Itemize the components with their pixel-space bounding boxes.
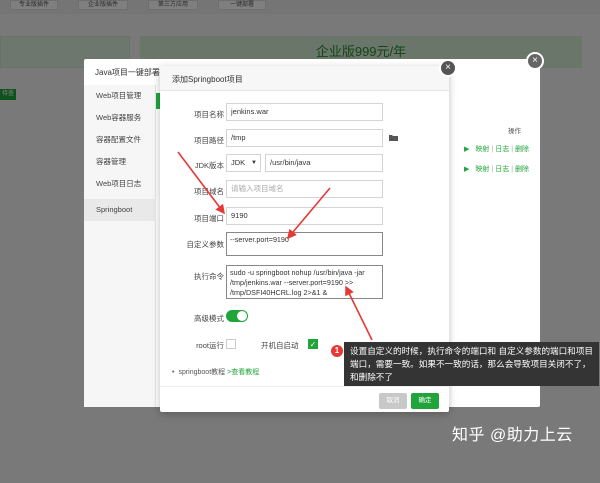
- project-name-label: 项目名称: [194, 110, 224, 119]
- confirm-button[interactable]: 确定: [411, 393, 439, 409]
- root-run-checkbox[interactable]: [226, 339, 236, 349]
- play-icon[interactable]: ▶: [464, 166, 469, 173]
- back-modal-close-icon[interactable]: ×: [526, 52, 544, 70]
- project-port-input[interactable]: 9190: [226, 207, 383, 225]
- annotation-note: 设置自定义的时候，执行命令的端口和 自定义参数的端口和项目端口，需要一致。如果不…: [344, 342, 599, 386]
- root-run-label: root运行: [196, 341, 224, 350]
- exec-command-textarea[interactable]: sudo -u springboot nohup /usr/bin/java -…: [226, 265, 383, 299]
- toggle-knob: [237, 311, 247, 321]
- java-path-input[interactable]: /usr/bin/java: [265, 154, 383, 172]
- column-header-actions: 操作: [508, 128, 521, 135]
- folder-icon[interactable]: [389, 134, 398, 141]
- autostart-label: 开机自启动: [261, 341, 299, 350]
- back-modal-title: Java项目一键部署: [95, 68, 160, 77]
- project-path-input[interactable]: /tmp: [226, 129, 383, 147]
- table-row: ▶ 映射 | 日志 | 删除: [464, 166, 530, 173]
- autostart-checkbox[interactable]: ✓: [308, 339, 318, 349]
- project-path-label: 项目路径: [194, 136, 224, 145]
- cancel-button[interactable]: 取消: [379, 393, 407, 409]
- dialog-footer: 取消 确定: [160, 386, 449, 412]
- back-modal-sidebar: Web项目管理 Web容器服务 容器配置文件 容器管理 Web项目日志 Spri…: [84, 85, 156, 407]
- exec-command-label: 执行命令: [194, 272, 224, 281]
- watermark: 知乎 @助力上云: [452, 427, 573, 444]
- nav-container-config[interactable]: 容器配置文件: [84, 129, 156, 151]
- project-name-input[interactable]: jenkins.war: [226, 103, 383, 121]
- play-icon[interactable]: ▶: [464, 146, 469, 153]
- nav-web-log[interactable]: Web项目日志: [84, 173, 156, 195]
- project-port-label: 项目端口: [194, 214, 224, 223]
- delete-link[interactable]: 删除: [515, 166, 529, 173]
- advanced-mode-label: 高级模式: [194, 314, 224, 323]
- map-link[interactable]: 映射: [475, 166, 489, 173]
- annotation-number-badge: 1: [331, 345, 343, 357]
- log-link[interactable]: 日志: [495, 166, 509, 173]
- jdk-label: JDK版本: [194, 161, 224, 170]
- nav-container-manage[interactable]: 容器管理: [84, 151, 156, 173]
- jdk-select-value: JDK: [231, 158, 246, 167]
- nav-springboot[interactable]: Springboot: [84, 199, 156, 221]
- log-link[interactable]: 日志: [495, 146, 509, 153]
- table-row: ▶ 映射 | 日志 | 删除: [464, 146, 530, 153]
- dialog-close-icon[interactable]: ×: [439, 59, 457, 77]
- custom-params-textarea[interactable]: --server.port=9190: [226, 232, 383, 256]
- tutorial-line: • springboot教程 >查看教程: [172, 369, 260, 376]
- dialog-header: 添加Springboot项目: [160, 66, 449, 91]
- chevron-down-icon: ▼: [251, 160, 257, 166]
- project-domain-label: 项目域名: [194, 187, 224, 196]
- nav-web-container[interactable]: Web容器服务: [84, 107, 156, 129]
- nav-web-project[interactable]: Web项目管理: [84, 85, 156, 107]
- dialog-title: 添加Springboot项目: [172, 75, 243, 84]
- project-domain-input[interactable]: 请输入项目域名: [226, 180, 383, 198]
- advanced-mode-toggle[interactable]: [226, 310, 248, 322]
- view-tutorial-link[interactable]: >查看教程: [227, 369, 259, 376]
- jdk-select[interactable]: JDK ▼: [226, 154, 261, 172]
- map-link[interactable]: 映射: [475, 146, 489, 153]
- custom-params-label: 自定义参数: [186, 240, 225, 249]
- tutorial-text: springboot教程: [178, 369, 226, 376]
- delete-link[interactable]: 删除: [515, 146, 529, 153]
